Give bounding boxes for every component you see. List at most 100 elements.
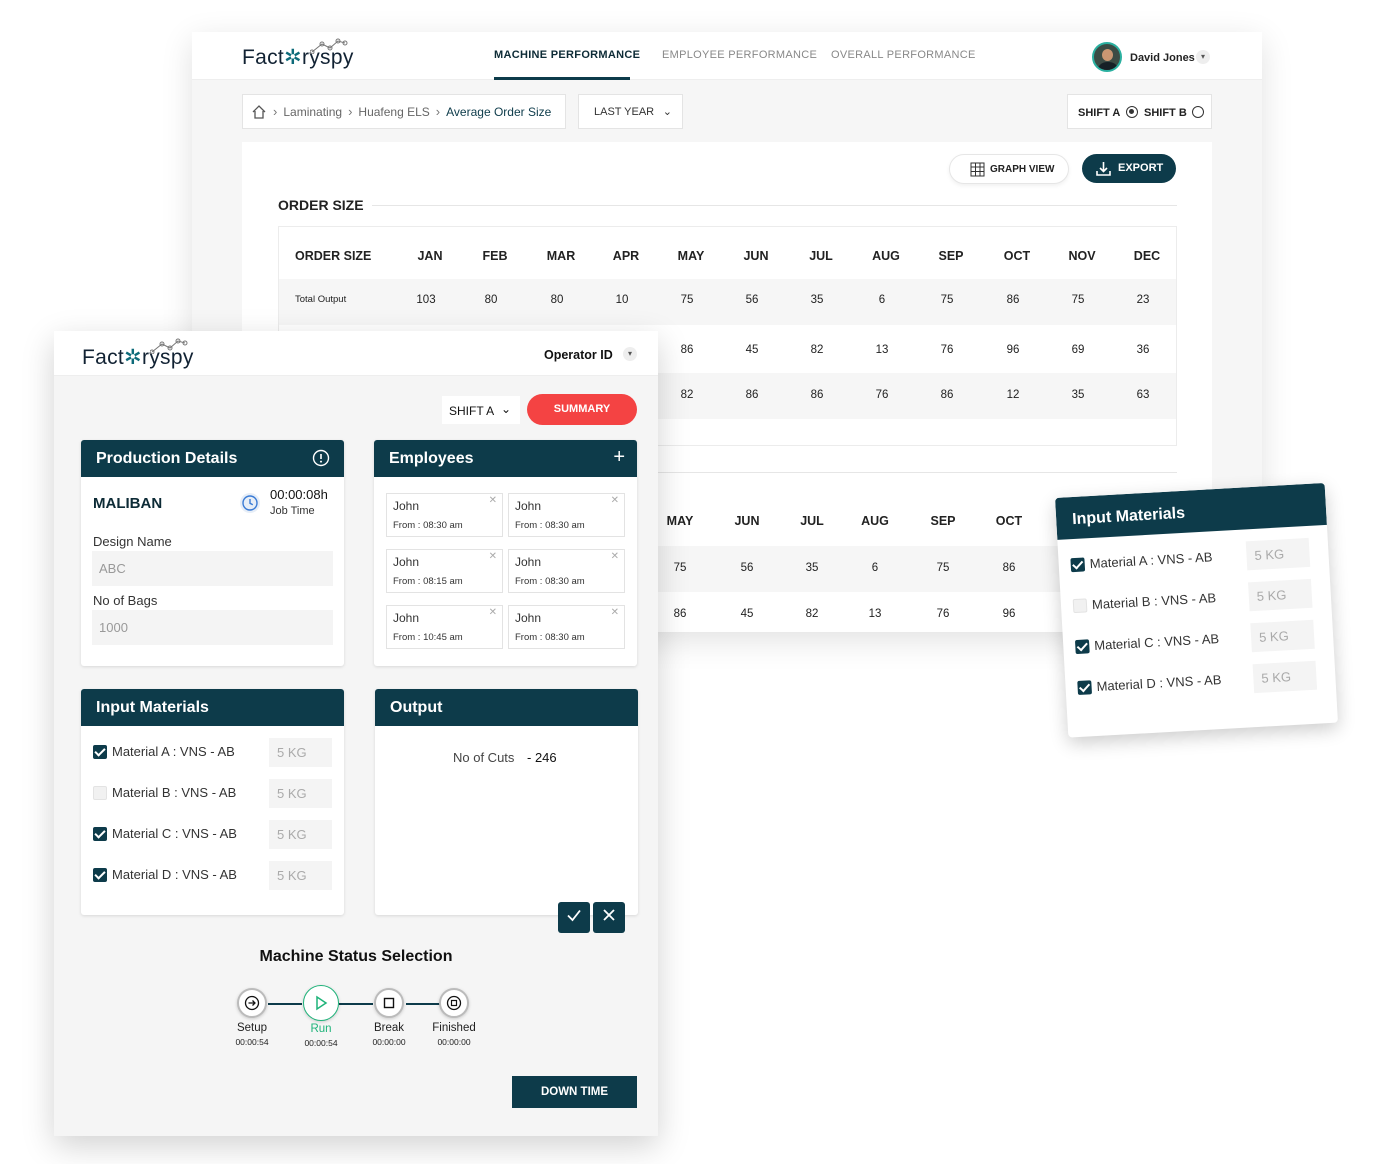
bags-field[interactable]: 1000 bbox=[92, 610, 333, 645]
employee-card[interactable]: John From : 08:15 am ✕ bbox=[386, 549, 503, 593]
table-cell: 63 bbox=[1136, 389, 1150, 401]
down-time-button[interactable]: DOWN TIME bbox=[512, 1076, 637, 1108]
close-icon[interactable]: ✕ bbox=[611, 551, 619, 562]
month-header: MAY bbox=[666, 514, 694, 528]
close-icon[interactable]: ✕ bbox=[489, 495, 497, 506]
design-name-field[interactable]: ABC bbox=[92, 551, 333, 586]
table-cell: 6 bbox=[878, 294, 886, 306]
tab-employee-performance[interactable]: EMPLOYEE PERFORMANCE bbox=[662, 49, 817, 61]
shift-select-value: SHIFT A bbox=[449, 404, 495, 418]
close-icon[interactable]: ✕ bbox=[489, 607, 497, 618]
material-checkbox[interactable] bbox=[1074, 639, 1090, 655]
employee-card[interactable]: John From : 10:45 am ✕ bbox=[386, 605, 503, 649]
period-select[interactable]: LAST YEAR ⌄ bbox=[578, 94, 683, 129]
status-step-finished[interactable]: Finished 00:00:00 bbox=[419, 988, 489, 1047]
material-qty-field[interactable]: 5 KG bbox=[1250, 619, 1315, 653]
material-qty-field[interactable]: 5 KG bbox=[1245, 537, 1311, 571]
output-label: No of Cuts bbox=[453, 750, 515, 765]
material-qty-field[interactable]: 5 KG bbox=[269, 861, 332, 890]
floating-input-materials-card: Input Materials Material A : VNS - AB 5 K… bbox=[1055, 482, 1338, 738]
employee-card[interactable]: John From : 08:30 am ✕ bbox=[508, 493, 625, 537]
employee-from-time: From : 08:15 am bbox=[393, 576, 463, 587]
material-label: Material D : VNS - AB bbox=[1096, 672, 1222, 694]
cancel-button[interactable] bbox=[593, 902, 625, 933]
job-time: 00:00:08h bbox=[270, 487, 328, 502]
avatar[interactable] bbox=[1092, 42, 1122, 72]
tab-overall-performance[interactable]: OVERALL PERFORMANCE bbox=[831, 49, 976, 61]
chevron-down-icon[interactable]: ▾ bbox=[623, 347, 637, 361]
month-header: JUN bbox=[734, 514, 760, 528]
status-step-setup[interactable]: Setup 00:00:54 bbox=[217, 988, 287, 1047]
material-checkbox[interactable] bbox=[1070, 557, 1086, 573]
summary-button[interactable]: SUMMARY bbox=[527, 394, 637, 425]
info-icon[interactable] bbox=[312, 449, 330, 467]
operator-header: Fact✲ryspy Operator ID ▾ bbox=[54, 331, 658, 376]
table-cell: 82 bbox=[805, 608, 819, 620]
status-step-run[interactable]: Run 00:00:54 bbox=[286, 985, 356, 1048]
month-header: APR bbox=[612, 249, 640, 263]
export-button[interactable]: EXPORT bbox=[1082, 154, 1176, 183]
close-icon[interactable]: ✕ bbox=[489, 551, 497, 562]
machine-status-title: Machine Status Selection bbox=[259, 948, 453, 965]
material-qty-field[interactable]: 5 KG bbox=[269, 779, 332, 808]
material-qty-field[interactable]: 5 KG bbox=[1248, 578, 1313, 612]
dashboard-header: Fact✲ryspy MACHINE PERFORMANCE EMPLOYEE … bbox=[192, 32, 1262, 80]
month-header: DEC bbox=[1133, 249, 1161, 263]
output-value: - 246 bbox=[527, 750, 557, 765]
material-qty-field[interactable]: 5 KG bbox=[269, 820, 332, 849]
table-cell: 56 bbox=[745, 294, 759, 306]
material-checkbox[interactable] bbox=[1077, 680, 1093, 696]
chevron-down-icon[interactable]: ▾ bbox=[1196, 50, 1210, 64]
check-icon bbox=[567, 909, 581, 922]
breadcrumb-item[interactable]: Huafeng ELS bbox=[358, 105, 429, 119]
home-icon[interactable] bbox=[251, 104, 267, 120]
breadcrumb-current: Average Order Size bbox=[446, 104, 552, 119]
employee-from-time: From : 10:45 am bbox=[393, 632, 463, 643]
breadcrumb-item[interactable]: Laminating bbox=[283, 105, 342, 119]
material-qty-field[interactable]: 5 KG bbox=[269, 738, 332, 767]
material-qty-field[interactable]: 5 KG bbox=[1252, 660, 1318, 694]
status-step-break[interactable]: Break 00:00:00 bbox=[354, 988, 424, 1047]
table-cell: 86 bbox=[745, 389, 759, 401]
close-icon[interactable]: ✕ bbox=[611, 607, 619, 618]
shift-b-radio[interactable] bbox=[1192, 106, 1204, 118]
operator-id-label[interactable]: Operator ID bbox=[544, 348, 613, 362]
graph-view-button[interactable]: GRAPH VIEW bbox=[949, 154, 1069, 184]
output-card: Output No of Cuts - 246 bbox=[375, 689, 638, 915]
material-row: Material C : VNS - AB 5 KG bbox=[91, 820, 332, 849]
table-cell: 82 bbox=[810, 344, 824, 356]
shift-select[interactable]: SHIFT A ⌄ bbox=[442, 396, 520, 424]
material-checkbox[interactable] bbox=[93, 827, 107, 841]
tab-machine-performance[interactable]: MACHINE PERFORMANCE bbox=[494, 49, 640, 61]
material-checkbox[interactable] bbox=[93, 786, 107, 800]
material-row: Material D : VNS - AB 5 KG bbox=[91, 861, 332, 890]
close-icon[interactable]: ✕ bbox=[611, 495, 619, 506]
table-cell: 75 bbox=[936, 562, 950, 574]
employee-card[interactable]: John From : 08:30 am ✕ bbox=[508, 605, 625, 649]
material-checkbox[interactable] bbox=[93, 868, 107, 882]
table-cell: 35 bbox=[1071, 389, 1085, 401]
table-cell: 103 bbox=[416, 294, 436, 306]
plus-icon[interactable]: + bbox=[613, 446, 625, 469]
employee-name: John bbox=[393, 499, 420, 513]
material-label: Material B : VNS - AB bbox=[112, 785, 237, 800]
material-label: Material A : VNS - AB bbox=[1089, 549, 1213, 572]
table-cell: 35 bbox=[805, 562, 819, 574]
shift-a-radio[interactable] bbox=[1126, 106, 1138, 118]
job-time-label: Job Time bbox=[270, 505, 315, 517]
card-title: Input Materials bbox=[96, 699, 209, 716]
employee-card[interactable]: John From : 08:30 am ✕ bbox=[508, 549, 625, 593]
employee-name: John bbox=[515, 555, 542, 569]
employee-card[interactable]: John From : 08:30 am ✕ bbox=[386, 493, 503, 537]
employee-from-time: From : 08:30 am bbox=[515, 520, 585, 531]
confirm-button[interactable] bbox=[558, 902, 590, 933]
table-cell: 75 bbox=[680, 294, 694, 306]
table-cell: 76 bbox=[940, 344, 954, 356]
table-cell: 96 bbox=[1006, 344, 1020, 356]
material-checkbox[interactable] bbox=[93, 745, 107, 759]
operator-window: Fact✲ryspy Operator ID ▾ SHIFT A ⌄ SUMMA… bbox=[54, 331, 658, 1136]
user-name[interactable]: David Jones bbox=[1130, 52, 1195, 64]
table-cell: 10 bbox=[615, 294, 629, 306]
material-checkbox[interactable] bbox=[1072, 598, 1088, 614]
table-header-row: ORDER SIZE JAN FEB MAR APR MAY JUN JUL AUG SEP OC… bbox=[279, 227, 1176, 273]
